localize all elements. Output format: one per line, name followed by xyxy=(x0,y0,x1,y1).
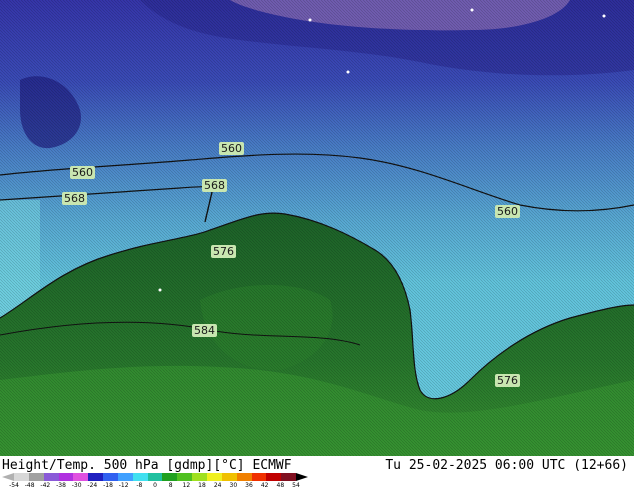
colorbar-tick-label: 42 xyxy=(260,482,269,489)
colorbar-tick-label: 12 xyxy=(182,482,191,489)
colorbar-tick-label: -48 xyxy=(24,482,35,489)
colorbar-segment xyxy=(251,473,267,481)
colorbar-tick-label: 54 xyxy=(292,482,300,489)
colorbar-segment xyxy=(132,473,148,481)
colorbar-tick-label: 48 xyxy=(276,482,285,489)
contour-label: 560 xyxy=(70,166,95,179)
colorbar-segment xyxy=(192,473,207,481)
colorbar-segment xyxy=(117,473,133,481)
colorbar-tick-label: 36 xyxy=(245,482,253,489)
colorbar-ticks: -54 -48 -42 -38 -30 -24 -18 -12 -8 0 8 12 18 24 30 36 42… xyxy=(9,482,300,490)
contour-label: 576 xyxy=(211,245,236,258)
colorbar-tick-label: 0 xyxy=(153,482,157,489)
contour-label: 568 xyxy=(202,179,227,192)
colorbar-segment xyxy=(266,473,282,481)
colorbar-min-arrow xyxy=(2,473,14,481)
contour-label: 576 xyxy=(495,374,520,387)
colorbar-segment xyxy=(221,473,237,481)
colorbar-segment xyxy=(147,473,163,481)
map-dot xyxy=(602,14,606,18)
colorbar-tick-label: -12 xyxy=(118,482,129,489)
colorbar-tick-label: 18 xyxy=(198,482,206,489)
colorbar-segment xyxy=(14,473,29,481)
colorbar-segment xyxy=(103,473,118,481)
product-title: Height/Temp. 500 hPa [gdmp][°C] ECMWF xyxy=(2,458,292,473)
colorbar-segment xyxy=(281,473,297,481)
colorbar-segment xyxy=(236,473,252,481)
colorbar-segment xyxy=(88,473,104,481)
contour-label: 560 xyxy=(219,142,244,155)
colorbar-segment xyxy=(28,473,44,481)
colorbar-segment xyxy=(206,473,222,481)
colorbar-tick-label: -8 xyxy=(136,482,143,489)
map-canvas xyxy=(0,0,634,456)
colorbar-tick-label: -30 xyxy=(71,482,82,489)
map-dot xyxy=(308,18,312,22)
colorbar-tick-label: -54 xyxy=(9,482,19,489)
colorbar-segment xyxy=(162,473,178,481)
colorbar-max-arrow xyxy=(296,473,308,481)
colorbar-segment xyxy=(43,473,59,481)
colorbar-tick-label: -24 xyxy=(87,482,98,489)
colorbar-tick-label: -18 xyxy=(103,482,113,489)
weather-map: 560 560 568 568 576 584 560 576 xyxy=(0,0,634,456)
colorbar-tick-label: -38 xyxy=(56,482,66,489)
valid-time: Tu 25-02-2025 06:00 UTC (12+66) xyxy=(385,458,628,473)
colorbar-tick-label: 24 xyxy=(213,482,222,489)
temperature-colorbar xyxy=(2,473,308,481)
map-dot xyxy=(346,70,350,74)
wind-barb-texture-vertical xyxy=(0,0,634,456)
contour-label: 584 xyxy=(192,324,217,337)
colorbar-tick-label: -42 xyxy=(40,482,51,489)
colorbar-segment xyxy=(177,473,193,481)
colorbar-segment xyxy=(58,473,74,481)
colorbar-tick-label: 8 xyxy=(168,482,173,489)
contour-label: 560 xyxy=(495,205,520,218)
colorbar-tick-label: 30 xyxy=(229,482,238,489)
contour-label: 568 xyxy=(62,192,87,205)
map-dot xyxy=(470,8,474,12)
map-dot xyxy=(158,288,162,292)
colorbar-segment xyxy=(73,473,89,481)
map-footer: Height/Temp. 500 hPa [gdmp][°C] ECMWF Tu… xyxy=(0,456,634,490)
